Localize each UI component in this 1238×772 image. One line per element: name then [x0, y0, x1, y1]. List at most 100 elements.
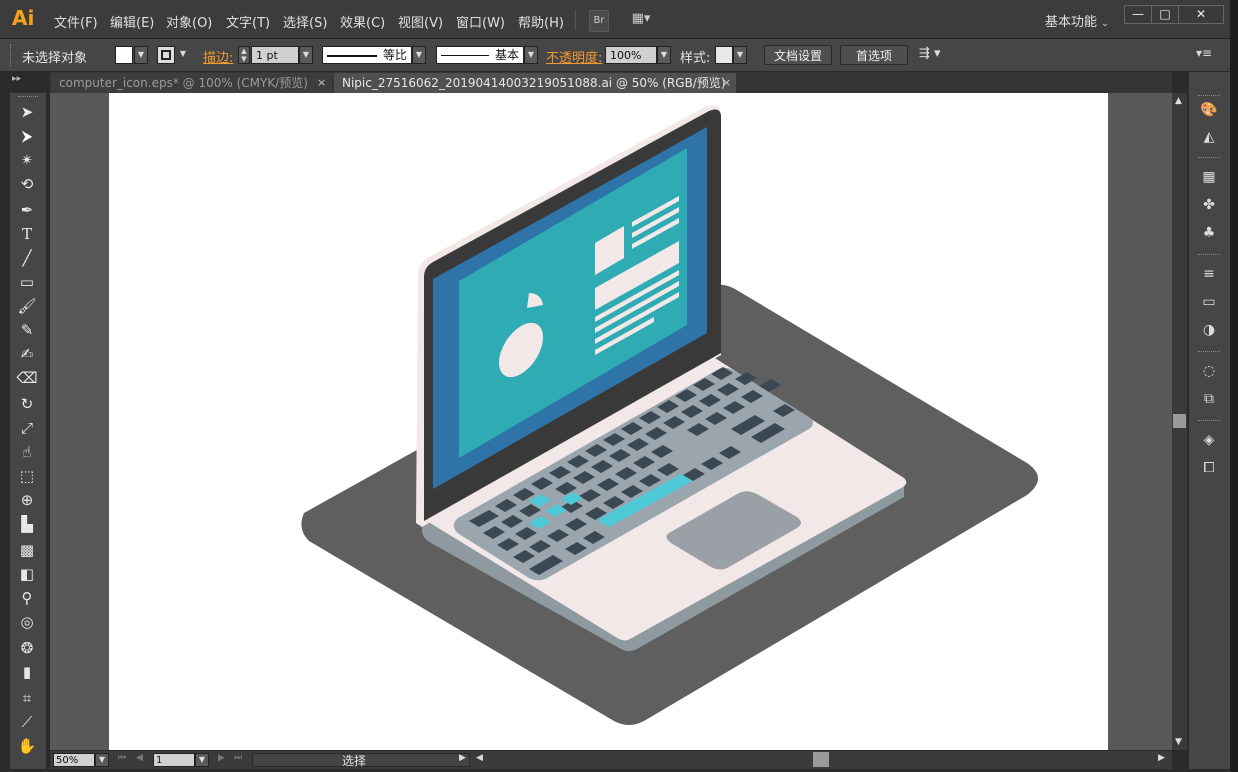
- blend-tool-icon[interactable]: ◎: [16, 612, 38, 632]
- stroke-label[interactable]: 描边:: [203, 47, 233, 66]
- hand-tool-icon[interactable]: ✋: [16, 736, 38, 756]
- layers-icon[interactable]: ◈: [1198, 430, 1220, 450]
- opacity-dropdown[interactable]: ▼: [657, 46, 671, 64]
- panel-group-grip[interactable]: [1198, 420, 1220, 424]
- stroke-swatch[interactable]: [157, 46, 175, 64]
- opacity-label[interactable]: 不透明度:: [546, 47, 602, 66]
- lasso-tool-icon[interactable]: ⟲: [16, 174, 38, 194]
- menu-edit[interactable]: 编辑(E): [110, 12, 154, 31]
- panel-group-grip[interactable]: [1198, 351, 1220, 355]
- artboard[interactable]: [109, 93, 1108, 750]
- mesh-tool-icon[interactable]: ▩: [16, 540, 38, 560]
- menu-file[interactable]: 文件(F): [54, 12, 98, 31]
- close-window-button[interactable]: ✕: [1178, 5, 1224, 24]
- panel-group-grip[interactable]: [1198, 95, 1220, 99]
- rotate-tool-icon[interactable]: ↻: [16, 394, 38, 414]
- swatches-icon[interactable]: ▦: [1198, 167, 1220, 187]
- gradient-tool-icon[interactable]: ◧: [16, 564, 38, 584]
- line-tool-icon[interactable]: ╱: [16, 248, 38, 268]
- close-tab-icon[interactable]: ×: [317, 73, 326, 93]
- close-tab-icon[interactable]: ×: [722, 73, 731, 93]
- first-artboard-icon[interactable]: ⏮: [118, 753, 126, 763]
- status-menu-icon[interactable]: ▶: [459, 753, 466, 763]
- appearance-icon[interactable]: ◌: [1198, 361, 1220, 381]
- type-tool-icon[interactable]: T: [16, 224, 38, 244]
- artboard-dropdown[interactable]: ▼: [195, 753, 209, 767]
- direct-selection-tool-icon[interactable]: ⮞: [16, 126, 38, 146]
- transparency-icon[interactable]: ◑: [1198, 320, 1220, 340]
- color-icon[interactable]: 🎨: [1198, 100, 1220, 120]
- fill-swatch[interactable]: [115, 46, 133, 64]
- slice-tool-icon[interactable]: ⟋: [16, 712, 38, 732]
- bridge-button[interactable]: Br: [589, 10, 609, 32]
- stroke-weight-input[interactable]: 1 pt: [251, 46, 299, 64]
- zoom-dropdown[interactable]: ▼: [95, 753, 109, 767]
- stroke-weight-dropdown[interactable]: ▼: [299, 46, 313, 64]
- menu-select[interactable]: 选择(S): [283, 12, 327, 31]
- document-setup-button[interactable]: 文档设置: [764, 45, 832, 65]
- symbol-sprayer-tool-icon[interactable]: ❂: [16, 638, 38, 658]
- arrange-documents-button[interactable]: ▦▾: [626, 10, 656, 30]
- horizontal-scroll-thumb[interactable]: [813, 752, 829, 767]
- scroll-right-icon[interactable]: ▶: [1158, 753, 1165, 763]
- collapse-toolbox-icon[interactable]: ▸▸: [12, 74, 21, 84]
- scroll-down-icon[interactable]: ▼: [1175, 737, 1182, 747]
- stroke-icon[interactable]: ≡: [1198, 264, 1220, 284]
- next-artboard-icon[interactable]: ▶: [218, 753, 225, 763]
- graphic-style-swatch[interactable]: [715, 46, 733, 64]
- fill-dropdown[interactable]: ▼: [134, 46, 148, 64]
- opacity-input[interactable]: 100%: [605, 46, 657, 64]
- menu-view[interactable]: 视图(V): [398, 12, 443, 31]
- scale-tool-icon[interactable]: ⤢: [16, 418, 38, 438]
- column-graph-tool-icon[interactable]: ▮: [16, 662, 38, 682]
- shape-builder-tool-icon[interactable]: ⊕: [16, 490, 38, 510]
- preferences-button[interactable]: 首选项: [840, 45, 908, 65]
- selection-tool-icon[interactable]: ➤: [16, 102, 38, 122]
- paintbrush-tool-icon[interactable]: 🖌: [16, 296, 38, 316]
- rectangle-tool-icon[interactable]: ▭: [16, 272, 38, 292]
- panel-group-grip[interactable]: [1198, 254, 1220, 258]
- scroll-left-icon[interactable]: ◀: [476, 753, 483, 763]
- graphic-style-dropdown[interactable]: ▼: [733, 46, 747, 64]
- artboard-number-input[interactable]: 1: [153, 753, 195, 767]
- menu-help[interactable]: 帮助(H): [518, 12, 564, 31]
- blob-brush-tool-icon[interactable]: ✍: [16, 344, 38, 364]
- gradient-icon[interactable]: ▭: [1198, 292, 1220, 312]
- warp-tool-icon[interactable]: ☝: [16, 442, 38, 462]
- control-bar-grip[interactable]: [10, 44, 14, 66]
- scroll-up-icon[interactable]: ▲: [1175, 96, 1182, 106]
- tab-computer-icon[interactable]: computer_icon.eps* @ 100% (CMYK/预览) ×: [51, 73, 332, 93]
- minimize-button[interactable]: —: [1124, 5, 1152, 24]
- maximize-button[interactable]: □: [1151, 5, 1179, 24]
- variable-width-profile[interactable]: 等比: [322, 46, 412, 64]
- menu-object[interactable]: 对象(O): [166, 12, 212, 31]
- vertical-scroll-thumb[interactable]: [1173, 414, 1186, 428]
- tab-nipic-document[interactable]: Nipic_27516062_20190414003219051088.ai @…: [334, 73, 736, 93]
- color-guide-icon[interactable]: ◭: [1198, 127, 1220, 147]
- brushes-icon[interactable]: ✤: [1198, 195, 1220, 215]
- pen-tool-icon[interactable]: ✒: [16, 200, 38, 220]
- eraser-tool-icon[interactable]: ⌫: [16, 368, 38, 388]
- toolbox-grip[interactable]: [18, 96, 38, 97]
- zoom-input[interactable]: 50%: [53, 753, 95, 767]
- perspective-grid-tool-icon[interactable]: ▙: [16, 514, 38, 534]
- panel-menu-icon[interactable]: ▾≡: [1196, 46, 1212, 60]
- artboard-tool-icon[interactable]: ⌗: [16, 688, 38, 708]
- graphic-styles-icon[interactable]: ⧉: [1198, 389, 1220, 409]
- magic-wand-tool-icon[interactable]: ✴: [16, 150, 38, 170]
- align-options-icon[interactable]: ⇶ ▾: [919, 46, 941, 61]
- stroke-weight-stepper[interactable]: ▲ ▼: [238, 46, 250, 64]
- brush-dropdown[interactable]: ▼: [524, 46, 538, 64]
- profile-dropdown[interactable]: ▼: [412, 46, 426, 64]
- last-artboard-icon[interactable]: ⏭: [234, 753, 242, 763]
- previous-artboard-icon[interactable]: ◀: [136, 753, 143, 763]
- panel-group-grip[interactable]: [1198, 157, 1220, 161]
- menu-effect[interactable]: 效果(C): [340, 12, 385, 31]
- eyedropper-tool-icon[interactable]: ⚲: [16, 588, 38, 608]
- workspace-switcher[interactable]: 基本功能 ⌄: [1045, 11, 1109, 30]
- free-transform-tool-icon[interactable]: ⬚: [16, 466, 38, 486]
- brush-definition[interactable]: 基本: [436, 46, 524, 64]
- symbols-icon[interactable]: ♣: [1198, 223, 1220, 243]
- menu-type[interactable]: 文字(T): [226, 12, 270, 31]
- artboards-icon[interactable]: ⧠: [1198, 458, 1220, 478]
